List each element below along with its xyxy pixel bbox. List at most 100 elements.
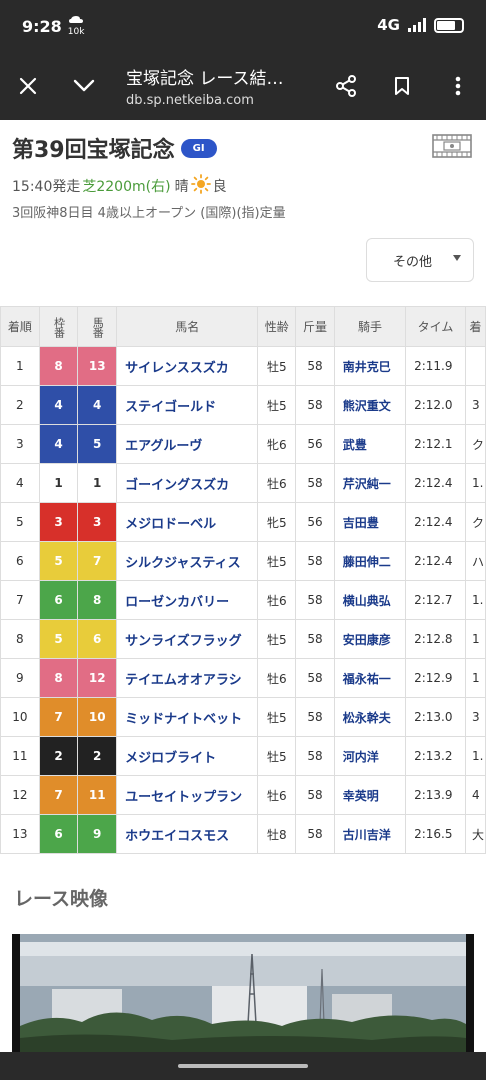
frame-number-cell: 4	[38, 424, 79, 464]
jockey-link[interactable]: 吉田豊	[333, 502, 407, 542]
jockey-link[interactable]: 古川吉洋	[333, 814, 407, 854]
horse-name-link[interactable]: メジロドーベル	[116, 502, 259, 542]
horse-name-link[interactable]: サンライズフラッグ	[116, 619, 259, 659]
sex-age-cell: 牡5	[257, 541, 297, 581]
going-text: 良	[212, 179, 227, 195]
table-row: 6 5 7 シルクジャスティス 牡5 58 藤田伸二 2:12.4 ハ	[0, 541, 486, 581]
close-icon[interactable]	[0, 52, 56, 120]
time-cell: 2:16.5	[405, 814, 466, 854]
more-vert-icon[interactable]	[430, 52, 486, 120]
sex-age-cell: 牡6	[257, 463, 297, 503]
weather-text: 晴	[174, 179, 189, 195]
table-header-cell: 馬名	[116, 306, 259, 347]
race-video-player[interactable]	[12, 934, 474, 1052]
course-info: 芝2200m(右)	[82, 179, 171, 195]
weight-cell: 56	[295, 424, 335, 464]
horse-number-cell: 10	[77, 697, 118, 737]
race-info-line: 15:40発走 芝2200m(右) 晴 良	[12, 174, 474, 198]
margin-cell: 3	[464, 385, 486, 425]
table-header-cell: 着	[464, 306, 486, 347]
weight-cell: 58	[295, 580, 335, 620]
weight-cell: 58	[295, 697, 335, 737]
jockey-link[interactable]: 安田康彦	[333, 619, 407, 659]
time-cell: 2:13.9	[405, 775, 466, 815]
weight-cell: 58	[295, 658, 335, 698]
horse-name-link[interactable]: ユーセイトップラン	[116, 775, 259, 815]
horse-number-cell: 13	[77, 346, 118, 386]
film-icon[interactable]	[432, 134, 472, 162]
time-cell: 2:13.2	[405, 736, 466, 776]
weight-cell: 58	[295, 385, 335, 425]
sex-age-cell: 牝6	[257, 424, 297, 464]
horse-number-cell: 8	[77, 580, 118, 620]
margin-cell: 大	[464, 814, 486, 854]
jockey-link[interactable]: 幸英明	[333, 775, 407, 815]
margin-cell: 4	[464, 775, 486, 815]
horse-name-link[interactable]: エアグルーヴ	[116, 424, 259, 464]
jockey-link[interactable]: 福永祐一	[333, 658, 407, 698]
table-header-cell: 騎手	[333, 306, 407, 347]
weight-cell: 58	[295, 619, 335, 659]
other-dropdown[interactable]: その他	[366, 238, 474, 282]
horse-name-link[interactable]: ホウエイコスモス	[116, 814, 259, 854]
video-frame-image	[12, 934, 474, 1052]
time-cell: 2:12.1	[405, 424, 466, 464]
data-speed-icon: 10k	[68, 15, 84, 37]
page-title: 宝塚記念 レース結…	[126, 69, 284, 89]
bookmark-icon[interactable]	[374, 52, 430, 120]
race-title: 第39回宝塚記念	[12, 138, 175, 163]
video-section-title: レース映像	[14, 888, 109, 910]
horse-name-link[interactable]: シルクジャスティス	[116, 541, 259, 581]
sex-age-cell: 牝5	[257, 502, 297, 542]
race-details: 3回阪神8日目 4歳以上オープン (国際)(指)定量	[12, 206, 286, 221]
page-title-block: 宝塚記念 レース結… db.sp.netkeiba.com	[112, 64, 318, 108]
battery-icon	[434, 17, 464, 33]
horse-name-link[interactable]: サイレンススズカ	[116, 346, 259, 386]
margin-cell	[464, 346, 486, 386]
time-cell: 2:12.8	[405, 619, 466, 659]
jockey-link[interactable]: 武豊	[333, 424, 407, 464]
start-time: 15:40発走	[12, 179, 81, 195]
horse-name-link[interactable]: メジロブライト	[116, 736, 259, 776]
margin-cell: 3	[464, 697, 486, 737]
horse-name-link[interactable]: ステイゴールド	[116, 385, 259, 425]
home-gesture-pill[interactable]	[178, 1064, 308, 1068]
jockey-link[interactable]: 熊沢重文	[333, 385, 407, 425]
horse-name-link[interactable]: テイエムオオアラシ	[116, 658, 259, 698]
horse-name-link[interactable]: ゴーイングスズカ	[116, 463, 259, 503]
margin-cell: ク	[464, 502, 486, 542]
table-row: 10 7 10 ミッドナイトベット 牡5 58 松永幹夫 2:13.0 3	[0, 697, 486, 737]
margin-cell: 1.	[464, 580, 486, 620]
jockey-link[interactable]: 藤田伸二	[333, 541, 407, 581]
horse-name-link[interactable]: ローゼンカバリー	[116, 580, 259, 620]
grade-badge: GI	[180, 138, 217, 158]
rank-cell: 3	[0, 424, 40, 464]
margin-cell: ハ	[464, 541, 486, 581]
horse-name-link[interactable]: ミッドナイトベット	[116, 697, 259, 737]
horse-number-cell: 5	[77, 424, 118, 464]
horse-number-cell: 1	[77, 463, 118, 503]
horse-number-cell: 9	[77, 814, 118, 854]
jockey-link[interactable]: 芹沢純一	[333, 463, 407, 503]
status-time: 9:28	[22, 16, 62, 36]
results-table: 着順 枠番 馬番 馬名 性齢 斤量 騎手 タイム着 1 8 13 サイレンススズカ 牡5 58 南井克巳 2…	[0, 306, 486, 854]
time-cell: 2:12.9	[405, 658, 466, 698]
rank-cell: 2	[0, 385, 40, 425]
jockey-link[interactable]: 河内洋	[333, 736, 407, 776]
share-icon[interactable]	[318, 52, 374, 120]
margin-cell: ク	[464, 424, 486, 464]
rank-cell: 11	[0, 736, 40, 776]
sex-age-cell: 牡5	[257, 736, 297, 776]
sex-age-cell: 牡5	[257, 385, 297, 425]
rank-cell: 4	[0, 463, 40, 503]
table-header-row: 着順 枠番 馬番 馬名 性齢 斤量 騎手 タイム着	[0, 306, 486, 347]
margin-cell: 1	[464, 619, 486, 659]
time-cell: 2:12.0	[405, 385, 466, 425]
jockey-link[interactable]: 松永幹夫	[333, 697, 407, 737]
time-cell: 2:12.7	[405, 580, 466, 620]
chevron-down-icon[interactable]	[56, 52, 112, 120]
jockey-link[interactable]: 南井克巳	[333, 346, 407, 386]
jockey-link[interactable]: 横山典弘	[333, 580, 407, 620]
table-header-cell: タイム	[405, 306, 466, 347]
sex-age-cell: 牡8	[257, 814, 297, 854]
